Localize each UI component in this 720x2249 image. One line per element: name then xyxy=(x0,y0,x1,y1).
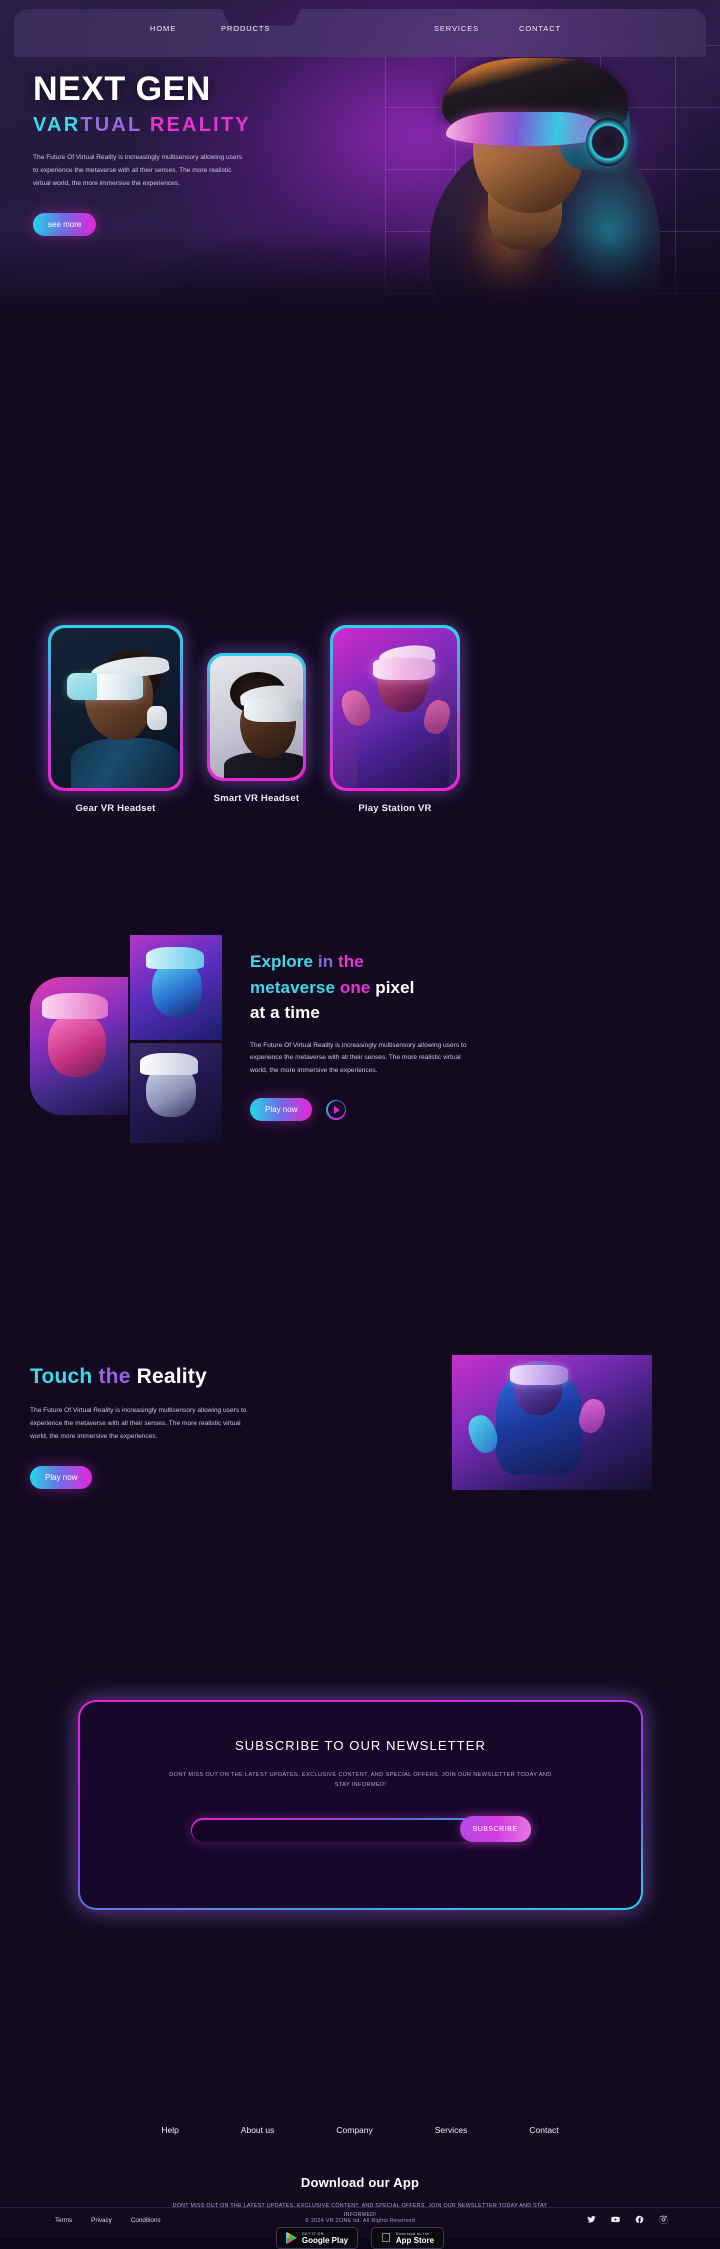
footer-link-company[interactable]: Company xyxy=(336,2125,372,2135)
explore-heading-part3: the xyxy=(333,952,364,971)
nav-item-services[interactable]: SERVICES xyxy=(434,24,479,33)
card-image-play-station-vr xyxy=(333,628,457,788)
explore-image-top xyxy=(130,935,222,1040)
footer-links: Help About us Company Services Contact xyxy=(0,2125,720,2135)
hero-section: HOME PRODUCTS SERVICES CONTACT NEXT GEN … xyxy=(0,0,720,320)
explore-image-collage xyxy=(30,935,230,1155)
footer: Help About us Company Services Contact D… xyxy=(0,2020,720,2249)
explore-image-bottom xyxy=(130,1043,222,1143)
hero-bottom-fade xyxy=(0,230,720,320)
product-card-gear-vr[interactable]: Gear VR Headset xyxy=(48,625,183,814)
twitter-icon[interactable] xyxy=(587,2215,596,2224)
footer-link-contact[interactable]: Contact xyxy=(529,2125,558,2135)
product-card-label: Play Station VR xyxy=(358,803,432,814)
nav-item-contact[interactable]: CONTACT xyxy=(519,24,561,33)
touch-heading-part1: Touch xyxy=(30,1365,93,1388)
footer-link-help[interactable]: Help xyxy=(161,2125,178,2135)
product-card-play-station-vr[interactable]: Play Station VR xyxy=(330,625,460,814)
hero-subtitle-part3: REALITY xyxy=(142,114,251,136)
product-cards-section: Gear VR Headset Smart VR Headset Play St… xyxy=(0,615,720,875)
explore-play-now-button[interactable]: Play now xyxy=(250,1098,313,1122)
touch-paragraph: The Future Of Virtual Reality is increas… xyxy=(30,1407,247,1440)
product-card-label: Gear VR Headset xyxy=(75,803,156,814)
hero-subtitle: VARTUAL REALITY xyxy=(33,115,353,135)
touch-heading-part2: the xyxy=(92,1365,131,1388)
touch-play-now-button[interactable]: Play now xyxy=(30,1465,93,1489)
nav-item-home[interactable]: HOME xyxy=(150,24,176,33)
hero-content: NEXT GEN VARTUAL REALITY The Future Of V… xyxy=(33,72,353,236)
touch-text-block: Touch the Reality The Future Of Virtual … xyxy=(30,1365,280,1489)
card-image-gear-vr xyxy=(51,628,180,788)
explore-paragraph: The Future Of Virtual Reality is increas… xyxy=(250,1041,467,1075)
explore-heading-part7: at a time xyxy=(250,1003,320,1022)
card-image-smart-vr xyxy=(210,656,303,778)
touch-vr-person-image xyxy=(452,1355,652,1490)
card-gradient-frame xyxy=(207,653,306,781)
touch-heading: Touch the Reality xyxy=(30,1365,280,1389)
newsletter-subscribe-button[interactable]: SUBSCRIBE xyxy=(459,1816,531,1843)
touch-reality-section: Touch the Reality The Future Of Virtual … xyxy=(0,1355,720,1585)
card-gradient-frame xyxy=(48,625,183,791)
product-card-label: Smart VR Headset xyxy=(213,793,300,804)
footer-link-about-us[interactable]: About us xyxy=(241,2125,275,2135)
explore-heading-part1: Explore xyxy=(250,952,314,971)
newsletter-section: SUBSCRIBE TO OUR NEWSLETTER DONT MISS OU… xyxy=(78,1700,643,1910)
hero-title: NEXT GEN xyxy=(33,70,211,108)
social-links xyxy=(587,2215,668,2224)
newsletter-heading: SUBSCRIBE TO OUR NEWSLETTER xyxy=(235,1738,486,1753)
explore-actions: Play now xyxy=(250,1098,485,1122)
explore-section: Explore in the metaverse one pixel at a … xyxy=(0,935,720,1195)
explore-text-block: Explore in the metaverse one pixel at a … xyxy=(250,949,485,1122)
nav-item-products[interactable]: PRODUCTS xyxy=(221,24,270,33)
hero-subtitle-part1: VAR xyxy=(33,114,81,136)
explore-image-large xyxy=(30,977,128,1115)
hero-paragraph: The Future Of Virtual Reality is increas… xyxy=(33,154,243,187)
youtube-icon[interactable] xyxy=(611,2215,620,2224)
newsletter-subtext: DONT MISS OUT ON THE LATEST UPDATES, EXC… xyxy=(169,1772,552,1789)
explore-heading-part4: metaverse xyxy=(250,977,336,997)
legal-bar: Terms Privacy Conditions © 2024 VR ZONE … xyxy=(0,2207,720,2238)
hero-subtitle-part2: TUAL xyxy=(80,114,143,136)
explore-heading-part5: one xyxy=(335,977,371,997)
facebook-icon[interactable] xyxy=(635,2215,644,2224)
newsletter-neon-frame: SUBSCRIBE TO OUR NEWSLETTER DONT MISS OU… xyxy=(78,1700,643,1910)
card-gradient-frame xyxy=(330,625,460,791)
download-app-heading: Download our App xyxy=(300,2175,420,2190)
product-card-smart-vr[interactable]: Smart VR Headset xyxy=(207,653,306,804)
newsletter-form: SUBSCRIBE xyxy=(190,1816,531,1843)
navigation-bar: HOME PRODUCTS SERVICES CONTACT xyxy=(14,9,706,57)
instagram-icon[interactable] xyxy=(659,2215,668,2224)
touch-heading-part3: Reality xyxy=(130,1365,207,1388)
explore-heading: Explore in the metaverse one pixel at a … xyxy=(250,949,485,1026)
explore-heading-part6: pixel xyxy=(370,977,415,997)
play-icon[interactable] xyxy=(326,1099,347,1120)
explore-heading-part2: in xyxy=(313,952,334,971)
footer-link-services[interactable]: Services xyxy=(435,2125,468,2135)
